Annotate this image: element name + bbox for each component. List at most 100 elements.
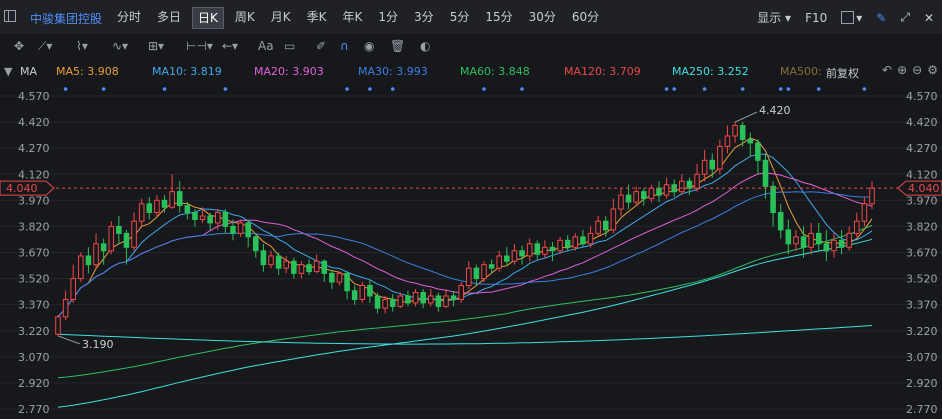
candle-body bbox=[808, 232, 814, 248]
candle-body bbox=[169, 191, 175, 208]
candle-body bbox=[351, 290, 358, 300]
undo-icon[interactable]: ↶ bbox=[882, 63, 892, 77]
close-icon[interactable]: ✕ bbox=[924, 11, 934, 25]
stock-name[interactable]: 中骏集团控股 bbox=[30, 10, 102, 27]
event-marker bbox=[786, 87, 791, 91]
event-marker bbox=[101, 87, 106, 91]
candle-body bbox=[397, 295, 404, 307]
fib-tool-icon[interactable]: ⊞▾ bbox=[148, 39, 164, 53]
candle-body bbox=[313, 260, 320, 273]
candle-body bbox=[176, 191, 183, 207]
candle-body bbox=[214, 212, 221, 224]
candle-body bbox=[633, 191, 639, 203]
eye-icon[interactable]: ◉ bbox=[364, 39, 374, 53]
chevron-down-icon[interactable]: ▾ bbox=[856, 11, 862, 25]
candle-body bbox=[359, 285, 366, 300]
range-tool-icon[interactable]: ⊢⊣▾ bbox=[186, 39, 213, 53]
candle-body bbox=[405, 295, 411, 304]
indicator-name[interactable]: MA bbox=[20, 65, 37, 78]
pen-icon[interactable]: ✎ bbox=[876, 11, 886, 25]
eraser-icon[interactable]: ✐ bbox=[316, 39, 326, 53]
candle-body bbox=[443, 295, 449, 307]
polyline-tool-icon[interactable]: ⌇▾ bbox=[76, 39, 88, 53]
candle-body bbox=[131, 220, 137, 248]
candle-body bbox=[62, 298, 69, 318]
add-icon[interactable]: ⊕ bbox=[897, 63, 907, 77]
tab-period-active[interactable]: 日K bbox=[192, 7, 224, 29]
candle-body bbox=[427, 295, 434, 304]
y-tick-label: 3.520 bbox=[906, 273, 938, 286]
ma-line bbox=[57, 325, 873, 345]
candle-body bbox=[245, 222, 251, 238]
candle-body bbox=[230, 225, 236, 234]
tab-period[interactable]: 多日 bbox=[152, 7, 186, 29]
settings-icon[interactable]: ⚙ bbox=[927, 63, 938, 77]
collapse-icon[interactable]: ▼ bbox=[4, 65, 12, 78]
tab-period[interactable]: 周K bbox=[230, 7, 260, 29]
line-tool-icon[interactable]: ⟋▾ bbox=[38, 39, 52, 54]
candles bbox=[55, 122, 875, 336]
candle-body bbox=[831, 239, 837, 252]
candle-body bbox=[184, 205, 191, 214]
candle-body bbox=[625, 194, 632, 203]
ma-line bbox=[57, 137, 873, 318]
arrow-tool-icon[interactable]: ←▾ bbox=[222, 39, 238, 53]
candle-body bbox=[511, 250, 518, 262]
y-tick-label: 3.820 bbox=[906, 220, 938, 233]
remove-icon[interactable]: ⊖ bbox=[912, 63, 922, 77]
candle-body bbox=[557, 239, 563, 252]
candle-body bbox=[679, 180, 685, 193]
ma-line bbox=[57, 238, 873, 408]
text-tool-icon[interactable]: Aa bbox=[258, 39, 274, 53]
f10-button[interactable]: F10 bbox=[805, 11, 827, 25]
y-tick-label: 3.970 bbox=[906, 194, 938, 207]
checkbox-icon[interactable] bbox=[841, 11, 855, 24]
high-leader bbox=[734, 111, 758, 123]
comment-icon[interactable]: ▭ bbox=[284, 39, 295, 53]
magnet-icon[interactable]: ∩ bbox=[340, 39, 349, 53]
y-tick-label: 3.220 bbox=[18, 325, 50, 338]
candle-body bbox=[367, 285, 373, 297]
tab-period[interactable]: 季K bbox=[302, 7, 332, 29]
y-tick-label: 3.070 bbox=[906, 351, 938, 364]
tab-period[interactable]: 15分 bbox=[480, 7, 517, 29]
crosshair-icon[interactable]: ✥ bbox=[14, 39, 24, 53]
tab-period[interactable]: 5分 bbox=[445, 7, 475, 29]
candlestick-chart[interactable]: 4.570 4.420 4.270 4.120 3.970 3.820 3.670 3.520… bbox=[0, 82, 942, 419]
candle-body bbox=[473, 267, 480, 280]
tab-period[interactable]: 30分 bbox=[524, 7, 561, 29]
candle-body bbox=[93, 243, 99, 266]
period-tabs: 分时 多日 日K 周K 月K 季K 年K 1分 3分 5分 15分 30分 60… bbox=[112, 7, 610, 29]
candle-body bbox=[549, 246, 556, 252]
tab-period[interactable]: 月K bbox=[266, 7, 296, 29]
adjust-dropdown[interactable]: 前复权 bbox=[826, 65, 859, 81]
chart-annotations: 4.420 3.190 bbox=[57, 104, 791, 351]
candle-body bbox=[496, 255, 503, 269]
candle-body bbox=[458, 285, 464, 300]
expand-icon[interactable]: ⤢ bbox=[900, 10, 910, 25]
panel-toggle-icon[interactable] bbox=[4, 10, 16, 22]
toggle-icon[interactable]: ◐ bbox=[420, 39, 430, 53]
trash-icon[interactable]: 🗑 bbox=[390, 39, 405, 53]
wave-tool-icon[interactable]: ∿▾ bbox=[112, 39, 128, 53]
candle-body bbox=[275, 255, 282, 269]
y-tick-label: 3.520 bbox=[18, 273, 50, 286]
tab-period[interactable]: 分时 bbox=[112, 7, 146, 29]
candle-body bbox=[526, 243, 533, 257]
ma60-value: MA60: 3.848 bbox=[460, 65, 530, 78]
candle-body bbox=[146, 203, 153, 214]
candle-body bbox=[785, 229, 792, 245]
y-tick-label: 3.070 bbox=[18, 351, 50, 364]
y-axis-right: 4.570 4.420 4.270 4.120 3.970 3.820 3.670 3.520… bbox=[906, 90, 938, 416]
display-dropdown[interactable]: 显示 ▾ bbox=[757, 9, 791, 26]
y-tick-label: 3.670 bbox=[906, 247, 938, 260]
candle-body bbox=[564, 239, 571, 248]
tab-period[interactable]: 1分 bbox=[373, 7, 403, 29]
tab-period[interactable]: 年K bbox=[338, 7, 368, 29]
candle-body bbox=[519, 250, 525, 257]
candle-body bbox=[694, 173, 700, 189]
tab-period[interactable]: 60分 bbox=[567, 7, 604, 29]
tab-period[interactable]: 3分 bbox=[409, 7, 439, 29]
event-marker bbox=[862, 87, 867, 91]
candle-body bbox=[192, 212, 198, 220]
